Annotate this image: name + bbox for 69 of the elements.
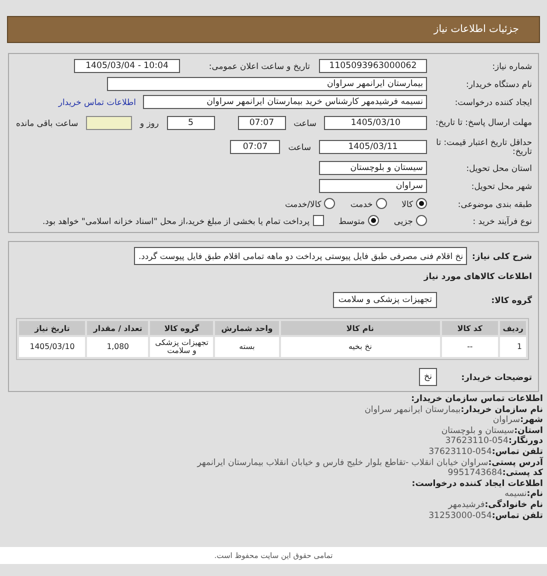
contact-value: 37623110-054 (428, 446, 492, 458)
contact-value: نسیمه (504, 489, 527, 500)
time-label: ساعت (292, 118, 318, 128)
radio-label: متوسط (338, 216, 365, 226)
deadline-date-field: 1405/03/10 (324, 116, 427, 130)
contact-label: نام خانوادگی: (484, 500, 543, 510)
days-label: روز و (138, 118, 160, 128)
page-title: جزئیات اطلاعات نیاز (434, 24, 519, 35)
remaining-hours-field (86, 116, 132, 130)
contact-label: نام سازمان خریدار: (460, 404, 543, 415)
field-label: نوع فرآیند خرید : (472, 216, 532, 226)
contact-label: استان: (514, 426, 543, 436)
contact-value: 31253000-054 (428, 510, 492, 522)
radio-button[interactable] (416, 215, 427, 226)
checkbox[interactable] (312, 215, 324, 226)
radio-button[interactable] (324, 198, 336, 209)
field-label: گروه کالا: (490, 295, 532, 305)
need-number-field: 1105093963000062 (319, 59, 427, 73)
buyer-contact-link[interactable]: اطلاعات تماس خریدار (58, 97, 136, 107)
contact-value: بیمارستان ایرانمهر سراوان (364, 404, 461, 416)
buyer-name-field: بیمارستان ایرانمهر سراوان (107, 77, 427, 91)
field-label: تاریخ و ساعت اعلان عمومی: (208, 61, 311, 71)
description-field: نخ اقلام فنی مصرفی طبق فایل پیوستی پرداخت دو ماهه تمامی اقلام طبق فایل پیوست گردد. (134, 247, 468, 265)
time-label: ساعت (287, 142, 312, 152)
province-field: سیستان و بلوچستان (319, 161, 427, 175)
city-field: سراوان (319, 179, 427, 193)
field-label: مهلت ارسال پاسخ: تا تاریخ: (434, 118, 532, 128)
field-label: شهر محل تحویل: (470, 181, 532, 191)
field-label: نام دستگاه خریدار: (465, 79, 532, 89)
radio-button[interactable] (368, 215, 379, 226)
contact-value: سراوان (492, 415, 520, 426)
contact-value: 37623110-054 (445, 436, 508, 447)
section-title: اطلاعات کالاهای مورد نیاز (424, 270, 532, 280)
validity-time-field: 07:07 (230, 140, 280, 154)
contact-value: 9951743684 (448, 468, 502, 479)
field-label: حداقل تاریخ اعتبار قیمت: تا تاریخ: (435, 138, 532, 156)
goods-group-field: تجهیزات پزشکی و سلامت (333, 292, 437, 308)
section-title: اطلاعات تماس سازمان خریدار: (410, 394, 543, 405)
field-label: ایجاد کننده درخواست: (454, 97, 532, 107)
contact-label: نام: (526, 489, 543, 500)
field-label: استان محل تحویل: (465, 163, 532, 173)
section-title: اطلاعات ایجاد کننده درخواست: (410, 478, 543, 490)
contact-label: آدرس پستی: (488, 458, 543, 468)
contact-label: کد پستی: (502, 468, 543, 478)
checkbox-label: پرداخت تمام یا بخشی از مبلغ خرید،از محل "اسناد خزانه اسلامی" خواهد بود. (42, 216, 310, 226)
creator-field: نسیمه فرشیدمهر کارشناس خرید بیمارستان ایرانمهر سراوان (143, 95, 427, 109)
radio-button[interactable] (376, 198, 387, 209)
radio-label: کالا/خدمت (284, 198, 322, 208)
field-label: شرح کلی نیاز: (472, 251, 532, 261)
radio-label: کالا (402, 198, 413, 208)
contact-label: تلفن تماس: (492, 446, 543, 457)
contact-value: سیستان و بلوچستان (441, 426, 514, 436)
days-field: 5 (166, 116, 215, 130)
contact-label: شهر: (520, 415, 543, 426)
radio-label: خدمت (350, 198, 373, 208)
announce-date-field: 1405/03/04 - 10:04 (74, 59, 180, 73)
field-label: طبقه بندی موضوعی: (456, 198, 532, 208)
contact-value: فرشیدمهر (448, 500, 485, 511)
validity-date-field: 1405/03/11 (319, 140, 427, 154)
contact-label: دورنگار: (508, 436, 543, 446)
deadline-time-field: 07:07 (238, 116, 286, 130)
radio-button[interactable] (416, 198, 427, 209)
buyer-notes-field: نخ (419, 368, 437, 386)
radio-label: جزیی (394, 216, 413, 226)
field-label: توضیحات خریدار: (460, 372, 532, 382)
contact-value: سراوان خیابان انقلاب -تقاطع بلوار خلیج فارس و خیابان انقلاب بیمارستان ایرانمهر (197, 458, 488, 468)
contact-label: تلفن تماس: (492, 510, 543, 521)
field-label: شماره نیاز: (491, 61, 532, 71)
remaining-label: ساعت باقی مانده (14, 118, 80, 128)
